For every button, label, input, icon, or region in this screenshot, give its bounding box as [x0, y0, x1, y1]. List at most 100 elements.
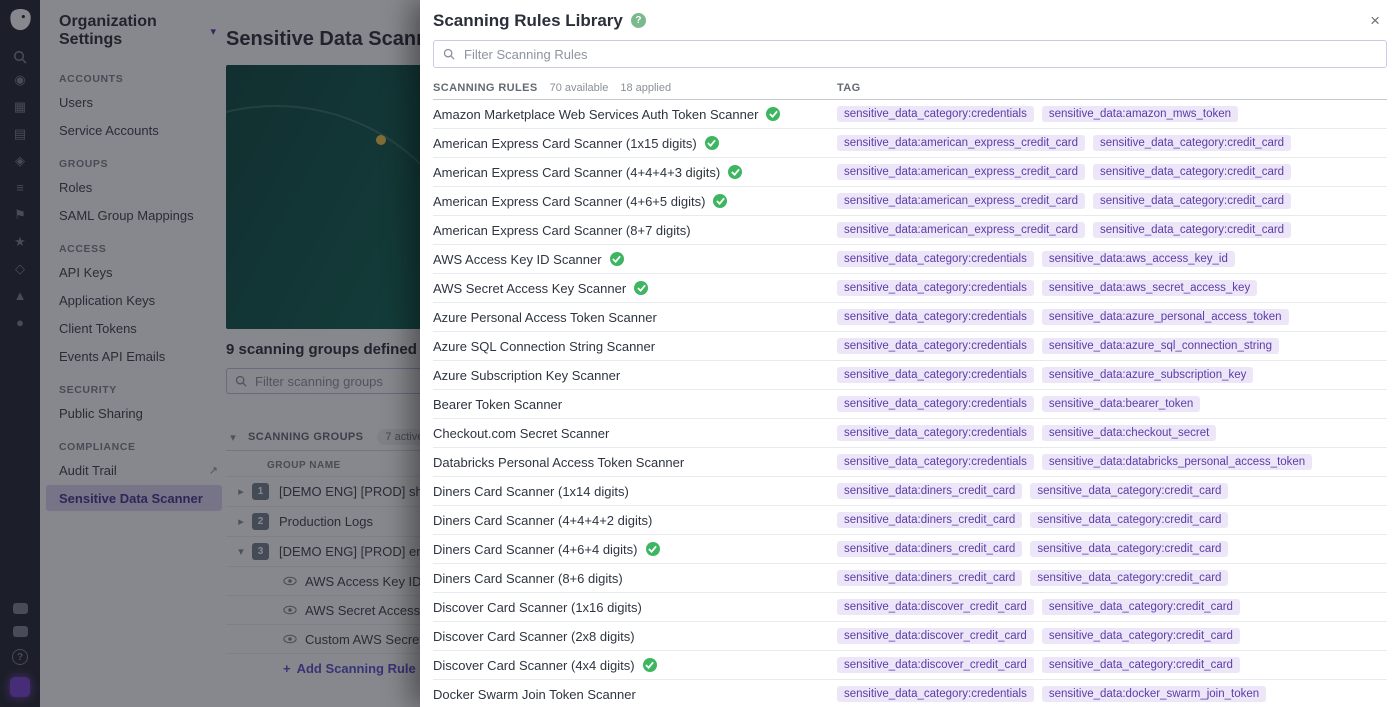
tag-pill[interactable]: sensitive_data_category:credit_card	[1042, 599, 1240, 615]
rule-name: Diners Card Scanner (8+6 digits)	[433, 571, 623, 586]
rule-row[interactable]: Diners Card Scanner (1x14 digits) sensit…	[433, 477, 1387, 506]
rule-tags: sensitive_data:american_express_credit_c…	[837, 193, 1387, 209]
tag-pill[interactable]: sensitive_data_category:credit_card	[1030, 483, 1228, 499]
tag-pill[interactable]: sensitive_data_category:credentials	[837, 367, 1034, 383]
tag-pill[interactable]: sensitive_data:diners_credit_card	[837, 483, 1022, 499]
rule-tags: sensitive_data_category:credentials sensi…	[837, 106, 1387, 122]
tag-pill[interactable]: sensitive_data_category:credentials	[837, 106, 1034, 122]
tag-pill[interactable]: sensitive_data_category:credentials	[837, 280, 1034, 296]
rule-row[interactable]: Checkout.com Secret Scanner sensitive_da…	[433, 419, 1387, 448]
rule-applied-check-icon	[643, 658, 657, 672]
tag-pill[interactable]: sensitive_data_category:credentials	[837, 396, 1034, 412]
tag-pill[interactable]: sensitive_data_category:credit_card	[1042, 628, 1240, 644]
tag-pill[interactable]: sensitive_data_category:credit_card	[1042, 657, 1240, 673]
tag-pill[interactable]: sensitive_data:bearer_token	[1042, 396, 1201, 412]
rule-name: Diners Card Scanner (1x14 digits)	[433, 484, 629, 499]
rule-row[interactable]: Discover Card Scanner (2x8 digits) sensi…	[433, 622, 1387, 651]
rule-row[interactable]: Docker Swarm Join Token Scanner sensitiv…	[433, 680, 1387, 707]
tag-pill[interactable]: sensitive_data:aws_access_key_id	[1042, 251, 1235, 267]
rule-tags: sensitive_data_category:credentials sensi…	[837, 454, 1387, 470]
tag-pill[interactable]: sensitive_data_category:credit_card	[1030, 541, 1228, 557]
rule-name: Diners Card Scanner (4+4+4+2 digits)	[433, 513, 652, 528]
tag-pill[interactable]: sensitive_data_category:credit_card	[1030, 512, 1228, 528]
rule-row[interactable]: AWS Secret Access Key Scanner sensitive_…	[433, 274, 1387, 303]
rule-name: Azure Subscription Key Scanner	[433, 368, 620, 383]
rule-tags: sensitive_data:discover_credit_card sensi…	[837, 657, 1387, 673]
tag-pill[interactable]: sensitive_data:docker_swarm_join_token	[1042, 686, 1266, 702]
search-icon	[443, 48, 455, 60]
close-icon[interactable]: ×	[1366, 10, 1384, 31]
rule-name: American Express Card Scanner (1x15 digi…	[433, 136, 697, 151]
tag-pill[interactable]: sensitive_data:discover_credit_card	[837, 628, 1034, 644]
tag-pill[interactable]: sensitive_data:american_express_credit_c…	[837, 222, 1085, 238]
rule-row[interactable]: American Express Card Scanner (4+6+5 dig…	[433, 187, 1387, 216]
rules-search-input[interactable]	[462, 46, 1377, 63]
rule-name: Docker Swarm Join Token Scanner	[433, 687, 636, 702]
tag-pill[interactable]: sensitive_data_category:credentials	[837, 686, 1034, 702]
rule-row[interactable]: Discover Card Scanner (1x16 digits) sens…	[433, 593, 1387, 622]
rule-applied-check-icon	[728, 165, 742, 179]
tag-pill[interactable]: sensitive_data_category:credit_card	[1030, 570, 1228, 586]
rule-name: American Express Card Scanner (4+6+5 dig…	[433, 194, 705, 209]
tag-pill[interactable]: sensitive_data:diners_credit_card	[837, 541, 1022, 557]
rules-table-header: Scanning Rules 70 available 18 applied T…	[433, 76, 1387, 100]
rule-row[interactable]: Amazon Marketplace Web Services Auth Tok…	[433, 100, 1387, 129]
rule-tags: sensitive_data_category:credentials sensi…	[837, 338, 1387, 354]
rules-list: Amazon Marketplace Web Services Auth Tok…	[433, 100, 1387, 707]
tag-pill[interactable]: sensitive_data_category:credentials	[837, 309, 1034, 325]
help-icon[interactable]: ?	[631, 13, 646, 28]
tag-pill[interactable]: sensitive_data_category:credit_card	[1093, 135, 1291, 151]
tag-pill[interactable]: sensitive_data_category:credentials	[837, 425, 1034, 441]
tag-pill[interactable]: sensitive_data_category:credentials	[837, 251, 1034, 267]
rule-row[interactable]: Azure Personal Access Token Scanner sens…	[433, 303, 1387, 332]
tag-pill[interactable]: sensitive_data_category:credit_card	[1093, 164, 1291, 180]
rule-row[interactable]: Diners Card Scanner (4+6+4 digits) sensi…	[433, 535, 1387, 564]
rule-applied-check-icon	[766, 107, 780, 121]
tag-pill[interactable]: sensitive_data:diners_credit_card	[837, 512, 1022, 528]
tag-pill[interactable]: sensitive_data:american_express_credit_c…	[837, 193, 1085, 209]
rule-row[interactable]: American Express Card Scanner (8+7 digit…	[433, 216, 1387, 245]
tag-pill[interactable]: sensitive_data:databricks_personal_acces…	[1042, 454, 1312, 470]
tag-pill[interactable]: sensitive_data:azure_subscription_key	[1042, 367, 1254, 383]
tag-pill[interactable]: sensitive_data_category:credentials	[837, 338, 1034, 354]
rule-row[interactable]: Diners Card Scanner (8+6 digits) sensiti…	[433, 564, 1387, 593]
rule-row[interactable]: Azure Subscription Key Scanner sensitive…	[433, 361, 1387, 390]
rule-name: Amazon Marketplace Web Services Auth Tok…	[433, 107, 758, 122]
rule-name: Discover Card Scanner (1x16 digits)	[433, 600, 642, 615]
tag-pill[interactable]: sensitive_data:american_express_credit_c…	[837, 135, 1085, 151]
tag-pill[interactable]: sensitive_data_category:credentials	[837, 454, 1034, 470]
tag-pill[interactable]: sensitive_data:azure_personal_access_tok…	[1042, 309, 1289, 325]
available-count-filter[interactable]: 70 available	[550, 82, 609, 94]
rule-applied-check-icon	[705, 136, 719, 150]
rule-tags: sensitive_data:diners_credit_card sensiti…	[837, 541, 1387, 557]
modal-header: Scanning Rules Library ? ×	[420, 0, 1400, 38]
rule-applied-check-icon	[610, 252, 624, 266]
applied-count-filter[interactable]: 18 applied	[620, 82, 671, 94]
modal-title: Scanning Rules Library	[433, 11, 623, 31]
rule-tags: sensitive_data_category:credentials sensi…	[837, 425, 1387, 441]
tag-pill[interactable]: sensitive_data:discover_credit_card	[837, 599, 1034, 615]
rule-row[interactable]: American Express Card Scanner (1x15 digi…	[433, 129, 1387, 158]
tag-pill[interactable]: sensitive_data:discover_credit_card	[837, 657, 1034, 673]
rule-tags: sensitive_data_category:credentials sensi…	[837, 309, 1387, 325]
tag-pill[interactable]: sensitive_data:checkout_secret	[1042, 425, 1216, 441]
rule-tags: sensitive_data:american_express_credit_c…	[837, 222, 1387, 238]
rule-name: Discover Card Scanner (2x8 digits)	[433, 629, 635, 644]
tag-pill[interactable]: sensitive_data:diners_credit_card	[837, 570, 1022, 586]
tag-pill[interactable]: sensitive_data:azure_sql_connection_stri…	[1042, 338, 1279, 354]
rule-applied-check-icon	[634, 281, 648, 295]
tag-pill[interactable]: sensitive_data:american_express_credit_c…	[837, 164, 1085, 180]
rule-row[interactable]: Databricks Personal Access Token Scanner…	[433, 448, 1387, 477]
rule-row[interactable]: American Express Card Scanner (4+4+4+3 d…	[433, 158, 1387, 187]
rule-row[interactable]: Diners Card Scanner (4+4+4+2 digits) sen…	[433, 506, 1387, 535]
tag-pill[interactable]: sensitive_data_category:credit_card	[1093, 222, 1291, 238]
tag-pill[interactable]: sensitive_data:amazon_mws_token	[1042, 106, 1238, 122]
tag-pill[interactable]: sensitive_data:aws_secret_access_key	[1042, 280, 1257, 296]
rule-tags: sensitive_data:diners_credit_card sensiti…	[837, 512, 1387, 528]
rule-row[interactable]: Bearer Token Scanner sensitive_data_cate…	[433, 390, 1387, 419]
rule-row[interactable]: Discover Card Scanner (4x4 digits) sensi…	[433, 651, 1387, 680]
rule-row[interactable]: AWS Access Key ID Scanner sensitive_data…	[433, 245, 1387, 274]
rule-tags: sensitive_data:american_express_credit_c…	[837, 135, 1387, 151]
rule-row[interactable]: Azure SQL Connection String Scanner sens…	[433, 332, 1387, 361]
tag-pill[interactable]: sensitive_data_category:credit_card	[1093, 193, 1291, 209]
